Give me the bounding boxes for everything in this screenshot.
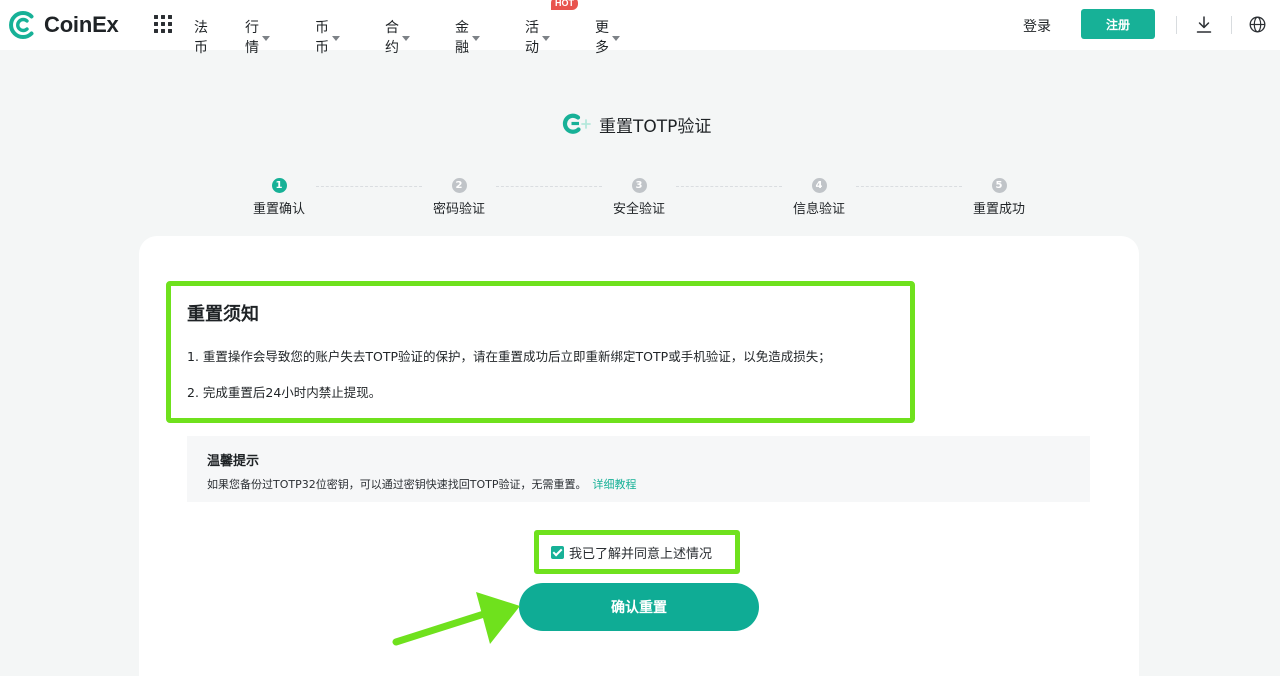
nav-activity[interactable]: 活动 HOT — [525, 0, 578, 57]
page-title: 重置TOTP验证 — [599, 116, 712, 137]
nav-spot[interactable]: 币币 — [315, 17, 340, 57]
header-divider — [1231, 16, 1232, 34]
nav-label: 活动 — [525, 20, 539, 56]
tips-box: 温馨提示 如果您备份过TOTP32位密钥，可以通过密钥快速找回TOTP验证，无需… — [187, 436, 1090, 502]
step-reset-confirm: 1 重置确认 — [229, 178, 329, 217]
step-info-verify: 4 信息验证 — [769, 178, 869, 217]
step-progress: 1 重置确认 2 密码验证 3 安全验证 4 信息验证 5 重置成功 — [0, 178, 1280, 218]
step-label: 信息验证 — [792, 202, 845, 217]
pointer-arrow-icon — [392, 592, 520, 646]
login-link[interactable]: 登录 — [1023, 16, 1051, 36]
reset-card: 重置须知 1. 重置操作会导致您的账户失去TOTP验证的保护，请在重置成功后立即… — [139, 236, 1139, 676]
notice-title: 重置须知 — [187, 304, 259, 325]
globe-icon[interactable] — [1249, 16, 1266, 33]
apps-grid-icon[interactable] — [154, 15, 172, 33]
agree-checkbox[interactable] — [551, 545, 564, 559]
tips-body: 如果您备份过TOTP32位密钥，可以通过密钥快速找回TOTP验证，无需重置。 — [207, 478, 587, 491]
nav-label: 更多 — [595, 20, 609, 56]
nav-finance[interactable]: 金融 — [455, 17, 480, 57]
notice-line-2: 2. 完成重置后24小时内禁止提现。 — [187, 385, 382, 400]
step-label: 重置确认 — [252, 202, 305, 217]
step-password-verify: 2 密码验证 — [409, 178, 509, 217]
agreement-row: 我已了解并同意上述情况 — [534, 530, 740, 574]
step-connector — [316, 186, 422, 187]
coinex-logo[interactable]: CoinEx — [8, 10, 119, 40]
nav-markets[interactable]: 行情 — [245, 17, 270, 57]
tips-title: 温馨提示 — [207, 454, 260, 469]
coinex-logo-icon — [9, 11, 34, 39]
step-label: 安全验证 — [612, 202, 665, 217]
reset-notice: 重置须知 1. 重置操作会导致您的账户失去TOTP验证的保护，请在重置成功后立即… — [166, 281, 915, 423]
google-authenticator-icon — [562, 113, 591, 134]
step-reset-success: 5 重置成功 — [949, 178, 1049, 217]
notice-line-1: 1. 重置操作会导致您的账户失去TOTP验证的保护，请在重置成功后立即重新绑定T… — [187, 349, 831, 364]
logo-text: CoinEx — [44, 12, 119, 37]
nav-label: 合约 — [385, 20, 399, 56]
caret-down-icon — [262, 35, 270, 41]
confirm-reset-button[interactable]: 确认重置 — [519, 583, 759, 631]
tutorial-link[interactable]: 详细教程 — [592, 478, 636, 491]
nav-label: 行情 — [245, 20, 259, 56]
step-number: 3 — [631, 178, 647, 193]
nav-more[interactable]: 更多 — [595, 17, 620, 57]
step-security-verify: 3 安全验证 — [589, 178, 689, 217]
download-icon[interactable] — [1196, 16, 1212, 34]
header-divider — [1176, 16, 1177, 34]
nav-label: 金融 — [455, 20, 469, 56]
step-label: 重置成功 — [972, 202, 1025, 217]
tips-text: 如果您备份过TOTP32位密钥，可以通过密钥快速找回TOTP验证，无需重置。 详细… — [207, 476, 1090, 492]
hot-badge: HOT — [551, 0, 578, 10]
caret-down-icon — [472, 35, 480, 41]
agree-label[interactable]: 我已了解并同意上述情况 — [569, 543, 712, 562]
nav-label: 币币 — [315, 20, 329, 56]
step-number: 2 — [451, 178, 467, 193]
caret-down-icon — [332, 35, 340, 41]
caret-down-icon — [542, 35, 550, 41]
nav-fiat[interactable]: 法币 — [194, 17, 208, 57]
step-number: 5 — [991, 178, 1007, 193]
step-connector — [856, 186, 962, 187]
step-number: 1 — [271, 178, 287, 193]
caret-down-icon — [612, 35, 620, 41]
register-button[interactable]: 注册 — [1081, 9, 1155, 39]
page-heading: 重置TOTP验证 — [561, 111, 711, 137]
step-number: 4 — [811, 178, 827, 193]
step-connector — [496, 186, 602, 187]
caret-down-icon — [402, 35, 410, 41]
nav-label: 法币 — [194, 20, 208, 56]
step-connector — [676, 186, 782, 187]
step-label: 密码验证 — [432, 202, 485, 217]
top-header: CoinEx 法币 行情 币币 合约 金融 活动 HOT 更多 登录 注册 — [0, 0, 1280, 56]
nav-futures[interactable]: 合约 — [385, 17, 410, 57]
